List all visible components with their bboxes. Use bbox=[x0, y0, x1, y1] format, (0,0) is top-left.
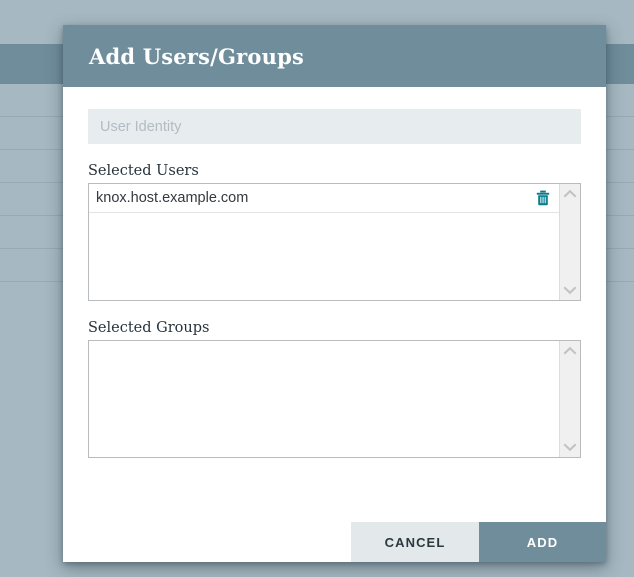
selected-groups-label: Selected Groups bbox=[88, 320, 581, 336]
chevron-down-icon[interactable] bbox=[563, 441, 577, 453]
dialog-title: Add Users/Groups bbox=[89, 44, 304, 69]
selected-groups-items bbox=[89, 341, 559, 457]
selected-users-scrollbar[interactable] bbox=[559, 184, 580, 300]
user-identity-input[interactable] bbox=[88, 109, 581, 144]
trash-icon[interactable] bbox=[535, 190, 551, 206]
selected-users-items: knox.host.example.com bbox=[89, 184, 559, 300]
selected-users-label: Selected Users bbox=[88, 163, 581, 179]
dialog-body: Selected Users knox.host.example.com bbox=[63, 87, 606, 458]
chevron-up-icon[interactable] bbox=[563, 188, 577, 200]
chevron-down-icon[interactable] bbox=[563, 284, 577, 296]
add-users-groups-dialog: Add Users/Groups Selected Users knox.hos… bbox=[63, 25, 606, 562]
list-item[interactable]: knox.host.example.com bbox=[89, 184, 559, 213]
selected-groups-listbox[interactable] bbox=[88, 340, 581, 458]
selected-user-name: knox.host.example.com bbox=[96, 190, 248, 206]
selected-users-listbox[interactable]: knox.host.example.com bbox=[88, 183, 581, 301]
add-button[interactable]: ADD bbox=[479, 522, 606, 562]
cancel-button[interactable]: CANCEL bbox=[351, 522, 479, 562]
chevron-up-icon[interactable] bbox=[563, 345, 577, 357]
dialog-footer: CANCEL ADD bbox=[63, 522, 606, 562]
selected-groups-scrollbar[interactable] bbox=[559, 341, 580, 457]
dialog-header: Add Users/Groups bbox=[63, 25, 606, 87]
